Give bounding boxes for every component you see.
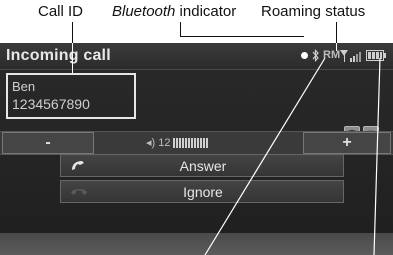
caller-number: 1234567890 (12, 96, 90, 112)
call-id-label: Call ID (38, 3, 84, 20)
bluetooth-leader-horizontal (180, 36, 304, 37)
signal-strength-leader (204, 58, 326, 255)
volume-tick (194, 138, 196, 148)
volume-tick (173, 138, 175, 148)
title-bar: Incoming call RM (0, 43, 393, 70)
phone-screen: Incoming call RM Ben 1234567890 - ◂) 12 … (0, 43, 393, 255)
bottom-strip (0, 233, 393, 255)
page-title: Incoming call (6, 47, 111, 64)
bluetooth-indicator-label: Bluetooth indicator (112, 3, 237, 20)
roaming-leader-on-screen (336, 43, 337, 51)
caller-id-box: Ben 1234567890 (6, 73, 136, 119)
volume-bar: - ◂) 12 + (0, 131, 393, 155)
roaming-status-label: Roaming status (261, 3, 366, 20)
volume-tick (176, 138, 178, 148)
volume-tick (191, 138, 193, 148)
volume-tick (185, 138, 187, 148)
call-id-leader-on-screen (72, 43, 73, 73)
volume-level: ◂) 12 (146, 137, 171, 149)
battery-leader (373, 58, 381, 255)
signal-strength-icon (340, 50, 361, 62)
call-id-leader (72, 22, 73, 43)
volume-tick (179, 138, 181, 148)
speaker-icon: ◂) (146, 137, 156, 149)
caller-name: Ben (12, 79, 36, 94)
volume-tick (182, 138, 184, 148)
bluetooth-leader-vertical (180, 22, 181, 36)
volume-tick (188, 138, 190, 148)
volume-down-button[interactable]: - (2, 132, 94, 154)
roaming-leader (336, 22, 337, 43)
volume-tick (197, 138, 199, 148)
